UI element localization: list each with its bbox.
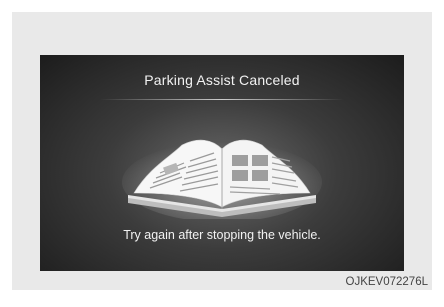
- notification-message: Try again after stopping the vehicle.: [123, 228, 321, 242]
- title-divider: [100, 99, 344, 100]
- figure-reference-code: OJKEV072276L: [345, 276, 428, 288]
- screenshot-frame: Parking Assist Canceled Try again after …: [12, 12, 432, 290]
- notification-title: Parking Assist Canceled: [144, 72, 300, 88]
- open-book-icon: [122, 139, 322, 219]
- cluster-display: Parking Assist Canceled Try again after …: [40, 55, 404, 271]
